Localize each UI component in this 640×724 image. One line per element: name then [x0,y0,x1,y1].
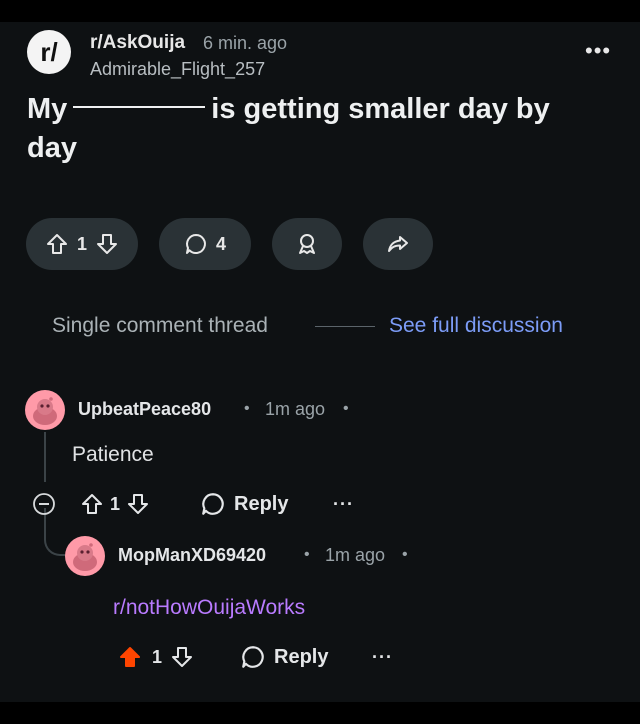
more-options-icon[interactable]: ··· [372,647,393,668]
collapse-icon[interactable] [32,492,56,516]
avatar[interactable] [65,536,105,576]
comment-time: 1m ago [325,545,386,565]
vote-pill: 1 [26,218,138,270]
see-full-discussion-link[interactable]: See full discussion [389,314,563,338]
separator-dot: • [402,546,408,563]
award-icon [295,232,319,256]
subreddit-name[interactable]: r/AskOuija [90,32,185,54]
single-thread-label: Single comment thread [52,314,268,337]
thread-divider [315,326,375,327]
comment-time: 1m ago [265,399,326,419]
share-button[interactable] [363,218,433,270]
post-title-start: My [27,93,68,125]
comment-username[interactable]: UpbeatPeace80 [78,399,211,420]
post-author[interactable]: Admirable_Flight_257 [90,59,265,80]
upvote-icon[interactable] [45,232,69,256]
upvote-icon[interactable] [118,645,142,669]
separator-dot: • [304,546,310,563]
more-options-icon[interactable]: ··· [333,494,354,515]
comment-username[interactable]: MopManXD69420 [118,545,266,566]
reply-button[interactable]: Reply [240,644,328,670]
avatar[interactable] [25,390,65,430]
reply-label: Reply [274,645,329,668]
post-title-end: is getting smaller day by day [27,93,550,164]
share-icon [386,232,410,256]
comment-vote-count: 1 [152,646,163,667]
subreddit-link[interactable]: r/notHowOuijaWorks [113,596,305,620]
ellipsis-icon[interactable]: ••• [585,40,611,62]
downvote-icon[interactable] [95,232,119,256]
reply-label: Reply [234,492,289,515]
reply-button[interactable]: Reply [200,491,288,517]
comment-vote: 1 [118,643,194,671]
post-vote-count: 1 [76,233,87,254]
comment-body: Patience [72,443,154,466]
separator-dot: • [343,400,349,417]
award-button[interactable] [272,218,342,270]
reply-icon [240,644,266,670]
downvote-icon[interactable] [170,645,194,669]
downvote-icon[interactable] [126,492,150,516]
comments-button[interactable]: 4 [159,218,251,270]
post-screen: r/ r/AskOuija 6 min. ago Admirable_Fligh… [0,22,640,702]
upvote-icon[interactable] [80,492,104,516]
title-blank [73,106,206,109]
comment-vote-count: 1 [110,493,121,514]
reply-icon [200,491,226,517]
post-time: 6 min. ago [203,33,288,53]
comment-icon [184,232,208,256]
comment-vote: 1 [80,490,150,518]
post-title: My is getting smaller day by day [27,90,607,168]
subreddit-avatar[interactable]: r/ [27,30,71,74]
comment-count: 4 [215,233,226,254]
thread-line [44,432,46,482]
separator-dot: • [244,400,250,417]
